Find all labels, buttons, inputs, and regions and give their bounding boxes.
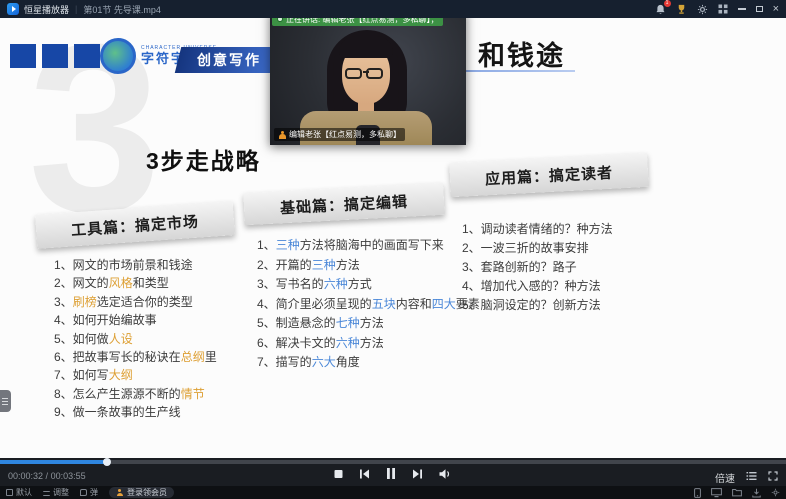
taskbar-item-danmaku[interactable]: 弹: [80, 487, 98, 498]
slide-title-partial: 和钱途: [478, 34, 565, 73]
column-list: 1、三种方法将脑海中的画面写下来2、开篇的三种方法3、写书名的六种方式4、简介里…: [257, 236, 480, 373]
danmaku-icon: [80, 489, 87, 496]
list-item: 7、描写的六大角度: [257, 353, 480, 373]
list-item: 2、开篇的三种方法: [257, 256, 480, 276]
bottom-taskbar: 默认 调整 弹 登录领会员: [0, 486, 786, 499]
time-display: 00:00:32 / 00:03:55: [8, 471, 86, 481]
list-item: 2、一波三折的故事安排: [462, 239, 613, 258]
player-window: 恒星播放器 | 第01节 先导课.mp4 1 × 3: [0, 0, 786, 499]
webcam-overlay: 正在讲话: 编辑老张【红点易测，多私聊】； 编辑老张【红点易测，多私聊】: [270, 10, 466, 145]
maximize-button[interactable]: [756, 6, 763, 12]
list-item: 4、如何开始编故事: [54, 311, 217, 329]
list-item: 1、三种方法将脑海中的画面写下来: [257, 236, 480, 256]
list-item: 5、制造悬念的七种方法: [257, 314, 480, 334]
titlebar-separator: |: [75, 4, 77, 14]
login-button[interactable]: 登录领会员: [109, 487, 174, 498]
presenter-name: 编辑老张【红点易测，多私聊】: [289, 129, 401, 140]
list-item: 5、如何做人设: [54, 330, 217, 348]
column-application: 应用篇：搞定读者 1、调动读者情绪的？种方法2、一波三折的故事安排3、套路创新的…: [450, 158, 648, 192]
previous-button[interactable]: [359, 468, 371, 480]
app-name: 恒星播放器: [24, 3, 69, 16]
app-logo-icon: [7, 3, 19, 15]
list-item: 1、网文的市场前景和钱途: [54, 256, 217, 274]
presenter-glasses: [345, 68, 383, 79]
list-item: 4、增加代入感的？种方法: [462, 277, 613, 296]
deco-squares: [10, 44, 100, 68]
sliders-icon: [43, 491, 50, 496]
gear-small-icon[interactable]: [771, 488, 780, 497]
notification-badge: 1: [664, 0, 671, 7]
column-list: 1、网文的市场前景和钱途2、网文的风格和类型3、刷榜选定适合你的类型4、如何开始…: [54, 256, 217, 422]
brand-globe-icon: [100, 38, 136, 74]
stop-button[interactable]: [334, 469, 344, 479]
list-item: 3、写书名的六种方式: [257, 275, 480, 295]
list-item: 1、调动读者情绪的？种方法: [462, 220, 613, 239]
column-list: 1、调动读者情绪的？种方法2、一波三折的故事安排3、套路创新的？路子4、增加代入…: [462, 220, 613, 315]
file-name: 第01节 先导课.mp4: [83, 3, 161, 16]
category-label: 创意写作: [197, 50, 261, 70]
column-header: 应用篇：搞定读者: [449, 153, 649, 197]
folder-icon[interactable]: [732, 488, 742, 497]
progress-handle[interactable]: [103, 458, 111, 466]
pause-button[interactable]: [386, 467, 397, 480]
list-item: 7、如何写大纲: [54, 366, 217, 384]
progress-bar[interactable]: [0, 460, 786, 464]
presenter-name-tag: 编辑老张【红点易测，多私聊】: [274, 128, 405, 141]
list-item: 6、把故事写长的秘诀在总纲里: [54, 348, 217, 366]
taskbar-item-adjust[interactable]: 调整: [43, 487, 69, 498]
fullscreen-icon[interactable]: [768, 468, 778, 486]
list-item: 9、做一条故事的生产线: [54, 403, 217, 421]
list-item: 3、套路创新的？路子: [462, 258, 613, 277]
playlist-icon[interactable]: [746, 468, 757, 486]
speed-button[interactable]: 倍速: [715, 470, 735, 485]
minimize-button[interactable]: [738, 8, 746, 10]
category-ribbon: 创意写作: [175, 47, 283, 73]
list-item: 8、怎么产生源源不断的情节: [54, 385, 217, 403]
list-item: 6、解决卡文的六种方法: [257, 334, 480, 354]
notification-bell-icon[interactable]: 1: [655, 4, 666, 15]
download-icon[interactable]: [752, 488, 761, 498]
column-tools: 工具篇：搞定市场 1、网文的市场前景和钱途2、网文的风格和类型3、刷榜选定适合你…: [36, 208, 234, 242]
list-item: 3、刷榜选定适合你的类型: [54, 293, 217, 311]
column-basics: 基础篇：搞定编辑 1、三种方法将脑海中的画面写下来2、开篇的三种方法3、写书名的…: [244, 188, 444, 220]
strategy-title: 3步走战略: [146, 142, 261, 176]
player-control-bar: 00:00:32 / 00:03:55 倍速: [0, 458, 786, 486]
column-header: 工具篇：搞定市场: [35, 201, 235, 249]
titlebar: 恒星播放器 | 第01节 先导课.mp4 1 ×: [0, 0, 786, 18]
screen-icon[interactable]: [711, 488, 722, 498]
column-header: 基础篇：搞定编辑: [243, 183, 444, 225]
close-button[interactable]: ×: [773, 4, 779, 15]
login-person-icon: [116, 489, 123, 496]
list-item: 4、简介里必须呈现的五块内容和四大要素: [257, 295, 480, 315]
playlist-handle[interactable]: [0, 390, 11, 412]
apps-grid-icon[interactable]: [718, 4, 728, 14]
person-icon: [278, 131, 286, 139]
progress-fill: [0, 460, 107, 464]
taskbar-item-default[interactable]: 默认: [6, 487, 32, 498]
vip-trophy-icon[interactable]: [676, 4, 687, 15]
skin-icon: [6, 489, 13, 496]
phone-cast-icon[interactable]: [694, 488, 701, 498]
settings-gear-icon[interactable]: [697, 4, 708, 15]
next-button[interactable]: [412, 468, 424, 480]
list-item: 5、脑洞设定的？创新方法: [462, 296, 613, 315]
volume-icon[interactable]: [439, 468, 453, 480]
list-item: 2、网文的风格和类型: [54, 274, 217, 292]
